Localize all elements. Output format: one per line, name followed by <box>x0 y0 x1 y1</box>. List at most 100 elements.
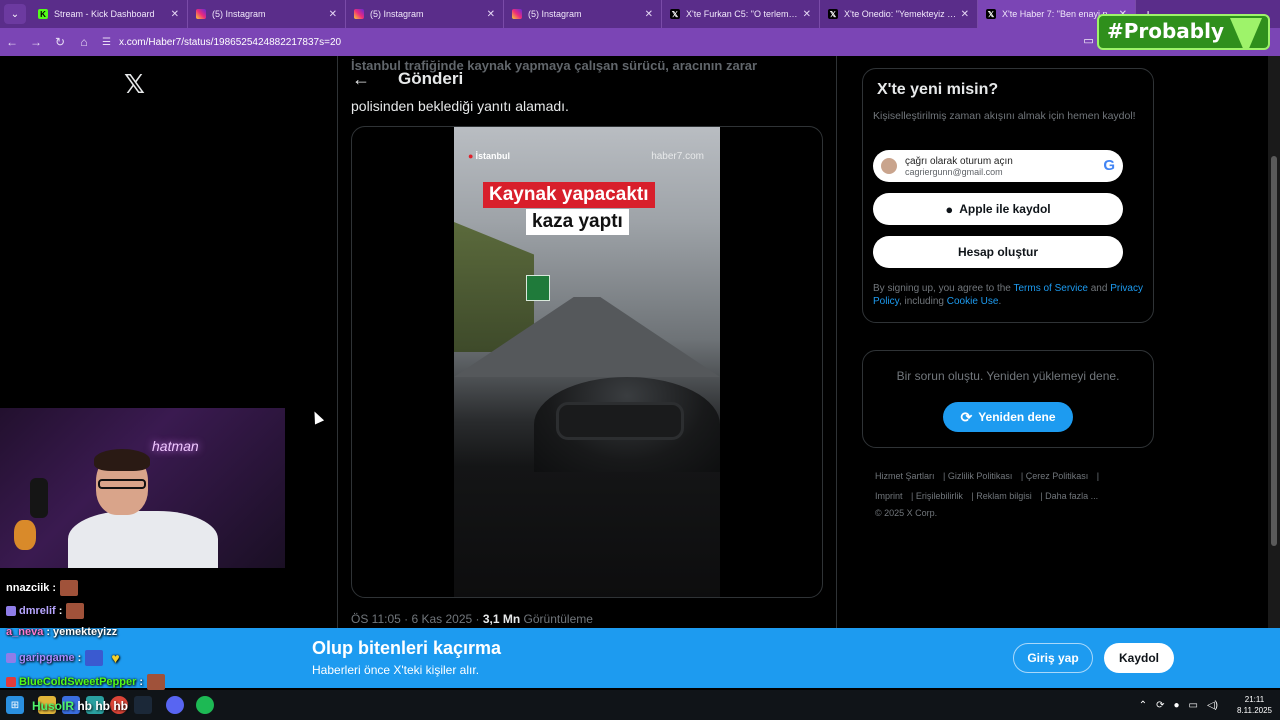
banner-title: Olup bitenleri kaçırma <box>312 638 502 658</box>
google-signin-button[interactable]: çağrı olarak oturum açın cagriergunn@gma… <box>873 150 1123 182</box>
close-icon[interactable]: ✕ <box>487 9 495 20</box>
retry-button[interactable]: ⟳ Yeniden dene <box>943 402 1073 432</box>
column-divider <box>337 56 338 636</box>
streamer-shirt <box>68 511 218 568</box>
url-text: x.com/Haber7/status/1986525424882217837s… <box>118 36 342 48</box>
cast-icon[interactable]: ▭ <box>1083 34 1093 47</box>
cookie-use-link[interactable]: Cookie Use <box>947 296 999 307</box>
register-button[interactable]: Kaydol <box>1104 643 1174 673</box>
footer-link[interactable]: Hizmet Şartları <box>875 471 935 481</box>
scrollbar-thumb[interactable] <box>1271 156 1277 546</box>
create-account-button[interactable]: Hesap oluştur <box>873 236 1123 268</box>
browser-tab-bar: ⌄ K Stream - Kick Dashboard ✕ (5) Instag… <box>0 0 1280 28</box>
windows-taskbar: ⊞ HusoIR hb hb hb ⌃ ⟳ ● ▭ ◁) 21:11 8.11.… <box>0 690 1280 720</box>
url-field[interactable]: ☰ x.com/Haber7/status/198652542488221783… <box>102 37 341 48</box>
chat-message: nnazciik: <box>6 580 79 596</box>
chat-badge-icon <box>6 677 16 687</box>
terms-end: . <box>998 296 1002 307</box>
video-location-label: ● İstanbul <box>468 151 510 161</box>
x-logo-icon[interactable]: 𝕏 <box>124 70 145 100</box>
reload-icon[interactable]: ↻ <box>48 35 72 49</box>
close-icon[interactable]: ✕ <box>645 9 653 20</box>
microphone <box>30 478 48 518</box>
discord-icon[interactable] <box>166 696 184 714</box>
tab-title: (5) Instagram <box>212 9 266 19</box>
site-info-icon[interactable]: ☰ <box>102 37 111 48</box>
chat-badge-icon <box>6 653 16 663</box>
terms-and: and <box>1087 283 1111 294</box>
clock-time: 21:11 <box>1244 695 1265 704</box>
browser-tab[interactable]: (5) Instagram ✕ <box>188 0 346 28</box>
close-icon[interactable]: ✕ <box>961 9 969 20</box>
retry-label: Yeniden dene <box>978 410 1056 424</box>
post-meta: ÖS 11:05 · 6 Kas 2025 · 3,1 Mn Görüntüle… <box>351 612 593 626</box>
video-caption-line1: Kaynak yapacaktı <box>483 182 655 208</box>
footer-link[interactable]: Çerez Politikası <box>1026 471 1089 481</box>
browser-tab[interactable]: (5) Instagram ✕ <box>504 0 662 28</box>
forward-icon[interactable]: → <box>24 35 48 49</box>
chat-text: : <box>77 652 82 664</box>
footer-link[interactable]: Gizlilik Politikası <box>948 471 1013 481</box>
close-icon[interactable]: ✕ <box>329 9 337 20</box>
instagram-icon <box>196 9 206 19</box>
volume-icon[interactable]: ◁) <box>1207 700 1218 711</box>
back-icon[interactable]: ← <box>0 35 24 49</box>
page-title: Gönderi <box>398 69 464 88</box>
video-scene-vent <box>556 402 684 440</box>
scrollbar[interactable] <box>1268 56 1280 628</box>
chat-username: BlueColdSweetPepper <box>19 676 137 688</box>
chat-message: garipgame: ♥ <box>6 650 120 666</box>
tab-title: X'te Furkan C5: "O terleme ne a <box>686 9 799 19</box>
chat-text: : <box>52 582 57 594</box>
video-scene-sign <box>526 275 550 301</box>
register-label: Kaydol <box>1118 651 1159 665</box>
tab-title: (5) Instagram <box>370 9 424 19</box>
browser-tab[interactable]: (5) Instagram ✕ <box>346 0 504 28</box>
clock[interactable]: 21:11 8.11.2025 <box>1237 694 1272 716</box>
location-pin-icon: ● <box>468 151 474 161</box>
chat-message: dmrelif: <box>6 603 85 619</box>
terms-prefix: By signing up, you agree to the <box>873 283 1014 294</box>
chevron-up-icon[interactable]: ⌃ <box>1139 700 1147 711</box>
terms-of-service-link[interactable]: Terms of Service <box>1013 283 1087 294</box>
apple-icon: ● <box>945 201 954 217</box>
login-button[interactable]: Giriş yap <box>1013 643 1093 673</box>
footer-link[interactable]: Imprint <box>875 491 903 501</box>
streamer-glasses <box>98 479 146 489</box>
close-icon[interactable]: ✕ <box>803 9 811 20</box>
microphone-icon[interactable]: ● <box>1173 700 1179 711</box>
video-caption-line2: kaza yaptı <box>526 209 629 235</box>
neon-sign: hatman <box>152 438 199 454</box>
stream-chat-overlay: nnazciik: dmrelif: a_neva: yemekteyizz g… <box>0 566 300 690</box>
spotify-icon[interactable] <box>196 696 214 714</box>
steam-icon[interactable] <box>134 696 152 714</box>
terms-including: , including <box>898 296 947 307</box>
signup-card: X'te yeni misin? Kişiselleştirilmiş zama… <box>862 68 1154 323</box>
apple-signup-button[interactable]: ● Apple ile kaydol <box>873 193 1123 225</box>
media-container[interactable]: ● İstanbul haber7.com Kaynak yapacaktı ka… <box>351 126 823 598</box>
back-arrow-icon[interactable]: ← <box>352 69 382 90</box>
tab-title: (5) Instagram <box>528 9 582 19</box>
tab-list-menu-icon[interactable]: ⌄ <box>4 4 26 24</box>
footer-link[interactable]: Erişilebilirlik <box>916 491 963 501</box>
browser-tab[interactable]: K Stream - Kick Dashboard ✕ <box>30 0 188 28</box>
close-icon[interactable]: ✕ <box>171 9 179 20</box>
emote-icon <box>66 603 85 619</box>
footer-link[interactable]: Daha fazla ... <box>1045 491 1098 501</box>
video-player[interactable]: ● İstanbul haber7.com Kaynak yapacaktı ka… <box>454 127 720 597</box>
footer-link[interactable]: Reklam bilgisi <box>976 491 1032 501</box>
home-icon[interactable]: ⌂ <box>72 35 96 49</box>
chat-username: garipgame <box>19 652 75 664</box>
windows-start-icon[interactable]: ⊞ <box>6 696 24 714</box>
probably-text: #Probably <box>1106 19 1224 43</box>
browser-tab[interactable]: 𝕏 X'te Onedio: "Yemekteyiz progr ✕ <box>820 0 978 28</box>
kick-icon: K <box>38 9 48 19</box>
browser-tab[interactable]: 𝕏 X'te Furkan C5: "O terleme ne a ✕ <box>662 0 820 28</box>
error-message: Bir sorun oluştu. Yeniden yüklemeyi dene… <box>896 369 1120 383</box>
tab-title: Stream - Kick Dashboard <box>54 9 155 19</box>
display-icon[interactable]: ▭ <box>1189 700 1198 711</box>
emote-icon <box>85 650 104 666</box>
chat-text: : <box>139 676 144 688</box>
post-timestamp[interactable]: ÖS 11:05 · 6 Kas 2025 · <box>351 612 483 626</box>
sync-icon[interactable]: ⟳ <box>1156 700 1164 711</box>
